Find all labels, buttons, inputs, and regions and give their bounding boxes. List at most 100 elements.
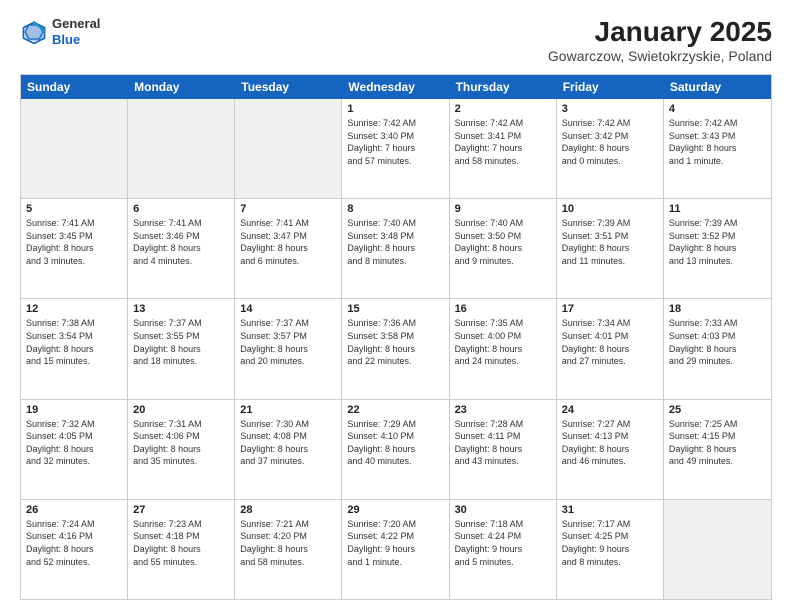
day-number: 4 (669, 103, 766, 115)
cell-content: Sunrise: 7:41 AM Sunset: 3:45 PM Dayligh… (26, 217, 122, 267)
calendar-cell-28: 28 Sunrise: 7:21 AM Sunset: 4:20 PM Dayli… (235, 500, 342, 599)
day-number: 13 (133, 303, 229, 315)
day-number: 2 (455, 103, 551, 115)
header-day-tuesday: Tuesday (235, 75, 342, 99)
calendar-cell-empty (128, 99, 235, 198)
cell-content: Sunrise: 7:40 AM Sunset: 3:50 PM Dayligh… (455, 217, 551, 267)
day-number: 10 (562, 203, 658, 215)
cell-content: Sunrise: 7:36 AM Sunset: 3:58 PM Dayligh… (347, 317, 443, 367)
calendar-cell-4: 4 Sunrise: 7:42 AM Sunset: 3:43 PM Daylig… (664, 99, 771, 198)
day-number: 12 (26, 303, 122, 315)
cell-content: Sunrise: 7:28 AM Sunset: 4:11 PM Dayligh… (455, 418, 551, 468)
header-day-saturday: Saturday (664, 75, 771, 99)
cell-content: Sunrise: 7:39 AM Sunset: 3:51 PM Dayligh… (562, 217, 658, 267)
header-day-wednesday: Wednesday (342, 75, 449, 99)
calendar-cell-7: 7Sunrise: 7:41 AM Sunset: 3:47 PM Daylig… (235, 199, 342, 298)
day-number: 8 (347, 203, 443, 215)
cell-content: Sunrise: 7:37 AM Sunset: 3:57 PM Dayligh… (240, 317, 336, 367)
calendar-row-5: 26 Sunrise: 7:24 AM Sunset: 4:16 PM Dayli… (21, 499, 771, 599)
header-day-sunday: Sunday (21, 75, 128, 99)
calendar-row-3: 12 Sunrise: 7:38 AM Sunset: 3:54 PM Dayli… (21, 298, 771, 398)
day-number: 15 (347, 303, 443, 315)
calendar-cell-15: 15 Sunrise: 7:36 AM Sunset: 3:58 PM Dayli… (342, 299, 449, 398)
day-number: 22 (347, 404, 443, 416)
cell-content: Sunrise: 7:42 AM Sunset: 3:40 PM Dayligh… (347, 117, 443, 167)
calendar-cell-30: 30Sunrise: 7:18 AM Sunset: 4:24 PM Dayli… (450, 500, 557, 599)
day-number: 27 (133, 504, 229, 516)
header-day-monday: Monday (128, 75, 235, 99)
calendar-cell-11: 11 Sunrise: 7:39 AM Sunset: 3:52 PM Dayli… (664, 199, 771, 298)
day-number: 30 (455, 504, 551, 516)
cell-content: Sunrise: 7:25 AM Sunset: 4:15 PM Dayligh… (669, 418, 766, 468)
cell-content: Sunrise: 7:38 AM Sunset: 3:54 PM Dayligh… (26, 317, 122, 367)
day-number: 25 (669, 404, 766, 416)
cell-content: Sunrise: 7:42 AM Sunset: 3:43 PM Dayligh… (669, 117, 766, 167)
calendar-cell-empty (664, 500, 771, 599)
cell-content: Sunrise: 7:24 AM Sunset: 4:16 PM Dayligh… (26, 518, 122, 568)
calendar-cell-1: 1 Sunrise: 7:42 AM Sunset: 3:40 PM Daylig… (342, 99, 449, 198)
cell-content: Sunrise: 7:23 AM Sunset: 4:18 PM Dayligh… (133, 518, 229, 568)
calendar-cell-17: 17 Sunrise: 7:34 AM Sunset: 4:01 PM Dayli… (557, 299, 664, 398)
calendar: SundayMondayTuesdayWednesdayThursdayFrid… (20, 74, 772, 600)
calendar-cell-24: 24Sunrise: 7:27 AM Sunset: 4:13 PM Dayli… (557, 400, 664, 499)
calendar-cell-3: 3Sunrise: 7:42 AM Sunset: 3:42 PM Daylig… (557, 99, 664, 198)
page-subtitle: Gowarczow, Swietokrzyskie, Poland (548, 48, 772, 64)
cell-content: Sunrise: 7:31 AM Sunset: 4:06 PM Dayligh… (133, 418, 229, 468)
cell-content: Sunrise: 7:21 AM Sunset: 4:20 PM Dayligh… (240, 518, 336, 568)
header-day-thursday: Thursday (450, 75, 557, 99)
page: General Blue January 2025 Gowarczow, Swi… (0, 0, 792, 612)
cell-content: Sunrise: 7:32 AM Sunset: 4:05 PM Dayligh… (26, 418, 122, 468)
cell-content: Sunrise: 7:42 AM Sunset: 3:41 PM Dayligh… (455, 117, 551, 167)
logo: General Blue (20, 16, 100, 47)
day-number: 9 (455, 203, 551, 215)
calendar-body: 1 Sunrise: 7:42 AM Sunset: 3:40 PM Daylig… (21, 99, 771, 599)
cell-content: Sunrise: 7:29 AM Sunset: 4:10 PM Dayligh… (347, 418, 443, 468)
cell-content: Sunrise: 7:34 AM Sunset: 4:01 PM Dayligh… (562, 317, 658, 367)
calendar-cell-25: 25 Sunrise: 7:25 AM Sunset: 4:15 PM Dayli… (664, 400, 771, 499)
calendar-row-1: 1 Sunrise: 7:42 AM Sunset: 3:40 PM Daylig… (21, 99, 771, 198)
calendar-cell-14: 14 Sunrise: 7:37 AM Sunset: 3:57 PM Dayli… (235, 299, 342, 398)
calendar-cell-29: 29Sunrise: 7:20 AM Sunset: 4:22 PM Dayli… (342, 500, 449, 599)
calendar-cell-18: 18Sunrise: 7:33 AM Sunset: 4:03 PM Dayli… (664, 299, 771, 398)
day-number: 19 (26, 404, 122, 416)
cell-content: Sunrise: 7:39 AM Sunset: 3:52 PM Dayligh… (669, 217, 766, 267)
day-number: 5 (26, 203, 122, 215)
calendar-cell-empty (21, 99, 128, 198)
cell-content: Sunrise: 7:42 AM Sunset: 3:42 PM Dayligh… (562, 117, 658, 167)
day-number: 28 (240, 504, 336, 516)
calendar-cell-8: 8Sunrise: 7:40 AM Sunset: 3:48 PM Daylig… (342, 199, 449, 298)
day-number: 6 (133, 203, 229, 215)
calendar-cell-12: 12 Sunrise: 7:38 AM Sunset: 3:54 PM Dayli… (21, 299, 128, 398)
day-number: 7 (240, 203, 336, 215)
calendar-cell-2: 2 Sunrise: 7:42 AM Sunset: 3:41 PM Daylig… (450, 99, 557, 198)
header-day-friday: Friday (557, 75, 664, 99)
day-number: 17 (562, 303, 658, 315)
logo-icon (20, 18, 48, 46)
calendar-cell-6: 6Sunrise: 7:41 AM Sunset: 3:46 PM Daylig… (128, 199, 235, 298)
calendar-cell-19: 19 Sunrise: 7:32 AM Sunset: 4:05 PM Dayli… (21, 400, 128, 499)
calendar-cell-23: 23Sunrise: 7:28 AM Sunset: 4:11 PM Dayli… (450, 400, 557, 499)
cell-content: Sunrise: 7:30 AM Sunset: 4:08 PM Dayligh… (240, 418, 336, 468)
day-number: 31 (562, 504, 658, 516)
cell-content: Sunrise: 7:17 AM Sunset: 4:25 PM Dayligh… (562, 518, 658, 568)
day-number: 16 (455, 303, 551, 315)
logo-general: General Blue (52, 16, 100, 47)
calendar-cell-9: 9 Sunrise: 7:40 AM Sunset: 3:50 PM Daylig… (450, 199, 557, 298)
day-number: 1 (347, 103, 443, 115)
calendar-cell-20: 20 Sunrise: 7:31 AM Sunset: 4:06 PM Dayli… (128, 400, 235, 499)
header: General Blue January 2025 Gowarczow, Swi… (20, 16, 772, 64)
cell-content: Sunrise: 7:20 AM Sunset: 4:22 PM Dayligh… (347, 518, 443, 568)
day-number: 26 (26, 504, 122, 516)
day-number: 11 (669, 203, 766, 215)
cell-content: Sunrise: 7:35 AM Sunset: 4:00 PM Dayligh… (455, 317, 551, 367)
logo-text: General Blue (52, 16, 100, 47)
day-number: 14 (240, 303, 336, 315)
calendar-cell-13: 13Sunrise: 7:37 AM Sunset: 3:55 PM Dayli… (128, 299, 235, 398)
calendar-cell-27: 27 Sunrise: 7:23 AM Sunset: 4:18 PM Dayli… (128, 500, 235, 599)
calendar-cell-empty (235, 99, 342, 198)
day-number: 20 (133, 404, 229, 416)
page-title: January 2025 (548, 16, 772, 48)
calendar-cell-22: 22 Sunrise: 7:29 AM Sunset: 4:10 PM Dayli… (342, 400, 449, 499)
calendar-cell-31: 31 Sunrise: 7:17 AM Sunset: 4:25 PM Dayli… (557, 500, 664, 599)
calendar-cell-5: 5 Sunrise: 7:41 AM Sunset: 3:45 PM Daylig… (21, 199, 128, 298)
